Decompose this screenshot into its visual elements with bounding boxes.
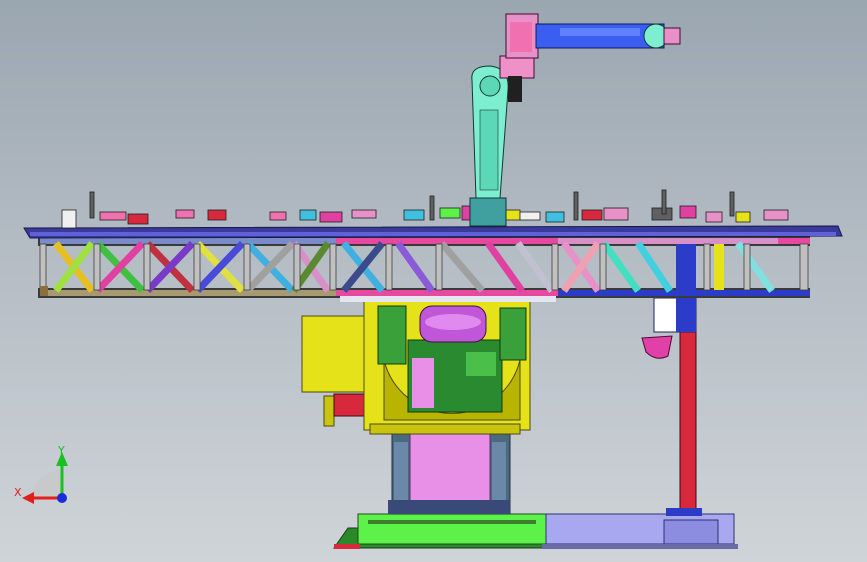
y-axis-label: Y bbox=[57, 444, 65, 457]
clamps bbox=[61, 189, 789, 229]
support-post bbox=[641, 292, 702, 516]
control-box bbox=[333, 393, 365, 417]
x-axis-label: X bbox=[14, 486, 22, 499]
coordinate-triad[interactable]: Y X bbox=[14, 444, 68, 504]
base-column bbox=[388, 433, 511, 515]
model-canvas[interactable]: Y X bbox=[0, 0, 867, 562]
base-plate bbox=[357, 513, 547, 545]
positioner-body bbox=[301, 299, 531, 435]
robot-elbow bbox=[499, 55, 535, 79]
z-axis-dot bbox=[57, 493, 67, 503]
truss-frame bbox=[38, 236, 810, 298]
cad-viewport[interactable]: Y X bbox=[0, 0, 867, 562]
floor-base bbox=[333, 513, 738, 549]
